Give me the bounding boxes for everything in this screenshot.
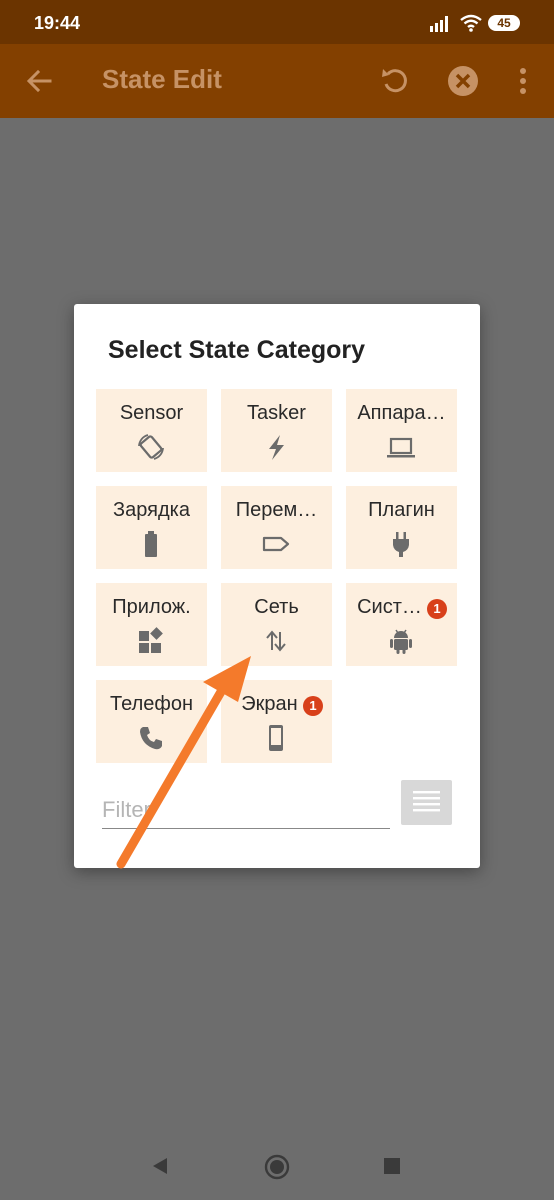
screen-rotation-icon: [138, 434, 164, 460]
tile-label: Sensor: [119, 402, 184, 424]
swap-vertical-icon: [266, 630, 286, 652]
category-tile-apps[interactable]: Прилож.: [96, 583, 207, 666]
undo-icon[interactable]: [378, 64, 412, 98]
category-tile-network[interactable]: Сеть: [221, 583, 332, 666]
category-tile-sensor[interactable]: Sensor: [96, 389, 207, 472]
dialog-title: Select State Category: [108, 336, 366, 364]
power-plug-icon: [393, 532, 409, 557]
label-tag-icon: [262, 536, 290, 552]
tile-label: Прилож.: [112, 596, 191, 618]
android-icon: [390, 629, 412, 654]
smartphone-icon: [269, 725, 283, 751]
wifi-icon: [460, 14, 482, 32]
status-bar: 19:44 45: [0, 0, 554, 44]
widgets-icon: [139, 627, 163, 653]
lightning-icon: [269, 435, 284, 460]
nav-recents-icon[interactable]: [383, 1157, 401, 1175]
cancel-circle-icon[interactable]: [446, 64, 480, 98]
tile-label: Плагин: [368, 499, 435, 521]
battery-indicator: 45: [488, 15, 520, 31]
tile-label: Перем…: [235, 499, 318, 521]
more-vert-icon[interactable]: [506, 64, 540, 98]
category-tile-system[interactable]: Сист… 1: [346, 583, 457, 666]
page-title: State Edit: [102, 64, 222, 94]
tile-label: Телефон: [110, 693, 193, 715]
cellular-signal-icon: [430, 16, 448, 32]
category-tile-plugin[interactable]: Плагин: [346, 486, 457, 569]
list-view-button[interactable]: [401, 780, 452, 825]
list-lines-icon: [413, 791, 440, 812]
filter-input[interactable]: [102, 792, 390, 829]
arrow-left-icon[interactable]: [22, 64, 56, 98]
system-nav-bar: [0, 1128, 554, 1200]
category-tile-charging[interactable]: Зарядка: [96, 486, 207, 569]
tile-label: Аппара…: [357, 402, 446, 424]
category-tile-phone[interactable]: Телефон: [96, 680, 207, 763]
select-category-dialog: Select State Category Sensor Tasker Аппа…: [74, 304, 480, 868]
tile-label: Сеть: [254, 596, 299, 618]
phone-icon: [140, 727, 162, 750]
nav-home-icon[interactable]: [264, 1154, 290, 1180]
category-tile-display[interactable]: Экран 1: [221, 680, 332, 763]
status-time: 19:44: [34, 13, 81, 33]
battery-icon: [145, 531, 157, 557]
app-toolbar: State Edit: [0, 44, 554, 118]
category-tile-tasker[interactable]: Tasker: [221, 389, 332, 472]
category-tile-variables[interactable]: Перем…: [221, 486, 332, 569]
laptop-icon: [387, 437, 415, 458]
tile-label: Зарядка: [113, 499, 190, 521]
tile-label: Tasker: [247, 402, 306, 424]
notification-badge: 1: [427, 599, 447, 619]
notification-badge: 1: [303, 696, 323, 716]
category-tile-hardware[interactable]: Аппара…: [346, 389, 457, 472]
nav-back-icon[interactable]: [150, 1156, 170, 1176]
